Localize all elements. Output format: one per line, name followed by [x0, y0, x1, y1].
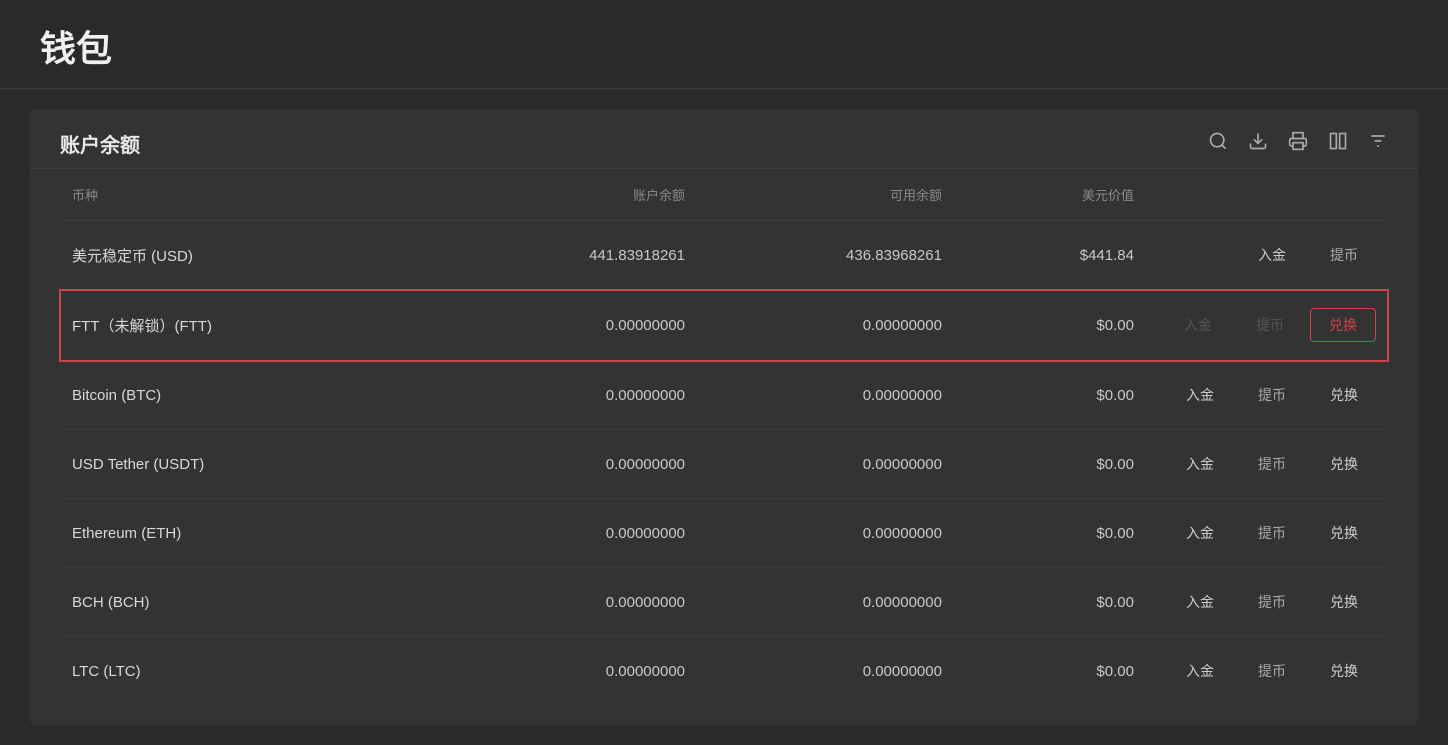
table-row: USD Tether (USDT)0.000000000.00000000$0.… — [60, 430, 1388, 499]
withdraw-button: 提币 — [1238, 309, 1302, 341]
header-actions — [1208, 131, 1388, 157]
balance-cell: 0.00000000 — [440, 430, 697, 499]
col-actions — [1146, 169, 1388, 221]
table-body: 美元稳定币 (USD)441.83918261436.83968261$441.… — [60, 221, 1388, 706]
balance-cell: 441.83918261 — [440, 221, 697, 290]
table-row: FTT（未解锁）(FTT)0.000000000.00000000$0.00入金… — [60, 290, 1388, 361]
usd-value-cell: $0.00 — [954, 361, 1146, 430]
convert-button[interactable]: 兑换 — [1312, 448, 1376, 480]
withdraw-button[interactable]: 提币 — [1240, 379, 1304, 411]
table-row: Ethereum (ETH)0.000000000.00000000$0.00入… — [60, 499, 1388, 568]
col-currency: 币种 — [60, 169, 440, 221]
usd-value-cell: $0.00 — [954, 430, 1146, 499]
page-header: 钱包 — [0, 0, 1448, 89]
available-cell: 0.00000000 — [697, 568, 954, 637]
columns-icon[interactable] — [1328, 131, 1348, 157]
currency-cell: FTT（未解锁）(FTT) — [60, 290, 440, 361]
table-row: BCH (BCH)0.000000000.00000000$0.00入金提币兑换 — [60, 568, 1388, 637]
convert-button[interactable]: 兑换 — [1310, 308, 1376, 342]
page-title: 钱包 — [40, 20, 1408, 72]
deposit-button[interactable]: 入金 — [1168, 448, 1232, 480]
balance-cell: 0.00000000 — [440, 568, 697, 637]
currency-cell: Ethereum (ETH) — [60, 499, 440, 568]
print-icon[interactable] — [1288, 131, 1308, 157]
withdraw-button[interactable]: 提币 — [1240, 448, 1304, 480]
usd-value-cell: $0.00 — [954, 499, 1146, 568]
wallet-card: 账户余额 — [30, 109, 1418, 725]
balance-cell: 0.00000000 — [440, 290, 697, 361]
currency-cell: USD Tether (USDT) — [60, 430, 440, 499]
card-header: 账户余额 — [30, 109, 1418, 169]
available-cell: 0.00000000 — [697, 290, 954, 361]
actions-cell: 入金提币兑换 — [1146, 568, 1388, 637]
actions-cell: 入金提币兑换 — [1146, 430, 1388, 499]
withdraw-button[interactable]: 提币 — [1312, 239, 1376, 271]
convert-button[interactable]: 兑换 — [1312, 655, 1376, 687]
col-balance: 账户余额 — [440, 169, 697, 221]
table-row: LTC (LTC)0.000000000.00000000$0.00入金提币兑换 — [60, 637, 1388, 706]
download-icon[interactable] — [1248, 131, 1268, 157]
currency-cell: 美元稳定币 (USD) — [60, 221, 440, 290]
balance-table: 币种 账户余额 可用余额 美元价值 美元稳定币 (USD)441.8391826… — [60, 169, 1388, 705]
usd-value-cell: $0.00 — [954, 637, 1146, 706]
available-cell: 0.00000000 — [697, 499, 954, 568]
actions-cell: 入金提币兑换 — [1146, 637, 1388, 706]
actions-cell: 入金提币兑换 — [1146, 361, 1388, 430]
available-cell: 0.00000000 — [697, 361, 954, 430]
withdraw-button[interactable]: 提币 — [1240, 655, 1304, 687]
actions-cell: 入金提币 — [1146, 221, 1388, 290]
deposit-button: 入金 — [1166, 309, 1230, 341]
currency-cell: LTC (LTC) — [60, 637, 440, 706]
balance-cell: 0.00000000 — [440, 637, 697, 706]
available-cell: 0.00000000 — [697, 430, 954, 499]
convert-button[interactable]: 兑换 — [1312, 586, 1376, 618]
usd-value-cell: $441.84 — [954, 221, 1146, 290]
table-row: Bitcoin (BTC)0.000000000.00000000$0.00入金… — [60, 361, 1388, 430]
convert-button[interactable]: 兑换 — [1312, 517, 1376, 549]
usd-value-cell: $0.00 — [954, 568, 1146, 637]
currency-cell: BCH (BCH) — [60, 568, 440, 637]
deposit-button[interactable]: 入金 — [1168, 586, 1232, 618]
usd-value-cell: $0.00 — [954, 290, 1146, 361]
withdraw-button[interactable]: 提币 — [1240, 517, 1304, 549]
deposit-button[interactable]: 入金 — [1168, 655, 1232, 687]
available-cell: 0.00000000 — [697, 637, 954, 706]
available-cell: 436.83968261 — [697, 221, 954, 290]
balance-cell: 0.00000000 — [440, 499, 697, 568]
actions-cell: 入金提币兑换 — [1146, 290, 1388, 361]
deposit-button[interactable]: 入金 — [1168, 379, 1232, 411]
deposit-button[interactable]: 入金 — [1240, 239, 1304, 271]
card-title: 账户余额 — [60, 129, 140, 158]
actions-cell: 入金提币兑换 — [1146, 499, 1388, 568]
filter-icon[interactable] — [1368, 131, 1388, 157]
col-available: 可用余额 — [697, 169, 954, 221]
balance-table-container: 币种 账户余额 可用余额 美元价值 美元稳定币 (USD)441.8391826… — [30, 169, 1418, 725]
convert-button[interactable]: 兑换 — [1312, 379, 1376, 411]
col-usd: 美元价值 — [954, 169, 1146, 221]
table-row: 美元稳定币 (USD)441.83918261436.83968261$441.… — [60, 221, 1388, 290]
withdraw-button[interactable]: 提币 — [1240, 586, 1304, 618]
table-header: 币种 账户余额 可用余额 美元价值 — [60, 169, 1388, 221]
currency-cell: Bitcoin (BTC) — [60, 361, 440, 430]
search-icon[interactable] — [1208, 131, 1228, 157]
balance-cell: 0.00000000 — [440, 361, 697, 430]
deposit-button[interactable]: 入金 — [1168, 517, 1232, 549]
